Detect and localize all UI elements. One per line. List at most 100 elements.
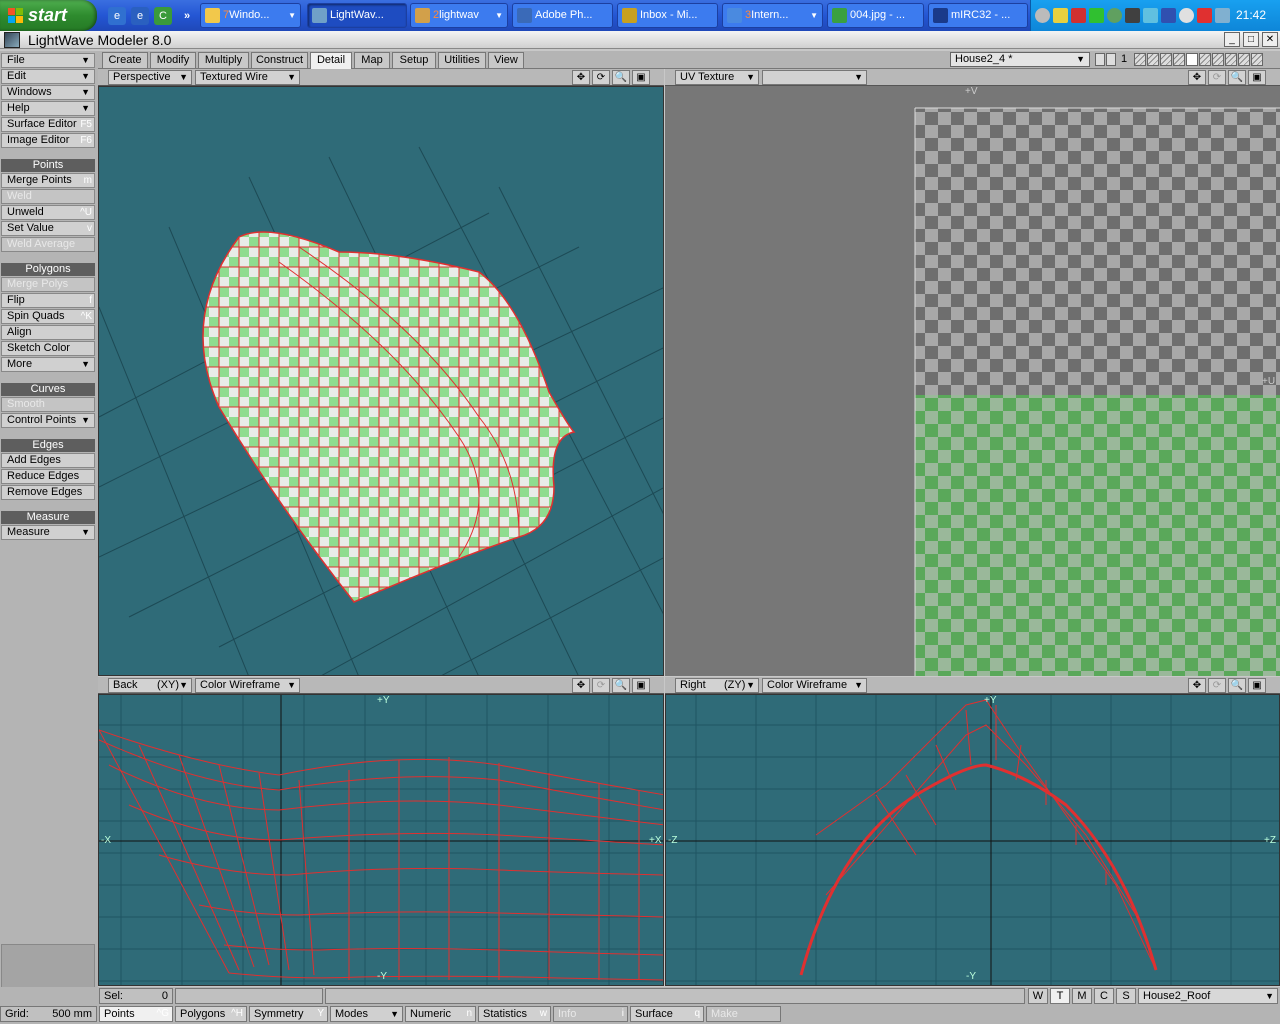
layer-button[interactable] [1212, 53, 1224, 66]
sidebar-button-flip[interactable]: Flip f [1, 293, 95, 308]
tray-app5-icon[interactable] [1125, 8, 1140, 23]
taskbar-button[interactable]: Inbox - Mi... [617, 3, 718, 28]
zoom-view-icon[interactable]: 🔍 [1228, 70, 1246, 85]
sidebar-button-measure[interactable]: Measure ▼ [1, 525, 95, 540]
zoom-view-icon[interactable]: 🔍 [612, 678, 630, 693]
tray-app2-icon[interactable] [1071, 8, 1086, 23]
quicklaunch-app-icon[interactable]: C [154, 7, 172, 25]
view-type-select[interactable]: Perspective ▼ [108, 70, 192, 85]
statistics-button[interactable]: Statistics w [478, 1006, 551, 1022]
tray-app1-icon[interactable] [1053, 8, 1068, 23]
start-button[interactable]: start [0, 0, 97, 31]
minimize-button[interactable]: _ [1224, 32, 1240, 47]
modes-button[interactable]: Modes ▼ [330, 1006, 403, 1022]
back-viewport[interactable]: +Y -X +X -Y [98, 694, 664, 986]
tab-setup[interactable]: Setup [392, 52, 436, 68]
tray-back-icon[interactable] [1035, 8, 1050, 23]
taskbar-button[interactable]: 004.jpg - ... [827, 3, 924, 28]
surface-color-t-button[interactable]: T [1050, 988, 1070, 1004]
sidebar-button-unweld[interactable]: Unweld ^U [1, 205, 95, 220]
sidebar-button-more[interactable]: More ▼ [1, 357, 95, 372]
maximize-view-icon[interactable]: ▣ [1248, 678, 1266, 693]
layer-button[interactable] [1147, 53, 1159, 66]
quicklaunch-more-icon[interactable]: » [178, 7, 196, 25]
tray-app9-icon[interactable] [1197, 8, 1212, 23]
tray-app8-icon[interactable] [1179, 8, 1194, 23]
layer-button[interactable] [1225, 53, 1237, 66]
back-render-mode-select[interactable]: Color Wireframe ▼ [195, 678, 300, 693]
tab-map[interactable]: Map [354, 52, 390, 68]
tray-app7-icon[interactable] [1161, 8, 1176, 23]
tray-app3-icon[interactable] [1089, 8, 1104, 23]
tab-multiply[interactable]: Multiply [198, 52, 249, 68]
sidebar-button-windows[interactable]: Windows ▼ [1, 85, 95, 100]
sidebar-button-image-editor[interactable]: Image Editor F6 [1, 133, 95, 148]
surface-button[interactable]: Surface q [630, 1006, 704, 1022]
surface-color-m-button[interactable]: M [1072, 988, 1092, 1004]
tab-modify[interactable]: Modify [150, 52, 196, 68]
sidebar-button-edit[interactable]: Edit ▼ [1, 69, 95, 84]
sidebar-button-sketch-color[interactable]: Sketch Color [1, 341, 95, 356]
maximize-view-icon[interactable]: ▣ [632, 70, 650, 85]
object-selector[interactable]: House2_4 * ▼ [950, 52, 1090, 67]
surface-color-s-button[interactable]: S [1116, 988, 1136, 1004]
move-view-icon[interactable]: ✥ [572, 678, 590, 693]
perspective-viewport[interactable] [98, 86, 664, 676]
sidebar-button-merge-points[interactable]: Merge Points m [1, 173, 95, 188]
sidebar-button-control-points[interactable]: Control Points ▼ [1, 413, 95, 428]
tab-view[interactable]: View [488, 52, 524, 68]
points-button[interactable]: Points ^G [99, 1006, 173, 1022]
layer-button[interactable] [1238, 53, 1250, 66]
sidebar-button-spin-quads[interactable]: Spin Quads ^K [1, 309, 95, 324]
render-mode-select[interactable]: Textured Wire ▼ [195, 70, 300, 85]
tab-utilities[interactable]: Utilities [438, 52, 486, 68]
zoom-view-icon[interactable]: 🔍 [1228, 678, 1246, 693]
symmetry-button[interactable]: Symmetry Y [249, 1006, 328, 1022]
sidebar-button-help[interactable]: Help ▼ [1, 101, 95, 116]
uv-texture-viewport[interactable]: +V +U [665, 86, 1280, 676]
taskbar-button[interactable]: 7Windo... ▼ [200, 3, 301, 28]
maximize-view-icon[interactable]: ▣ [632, 678, 650, 693]
tray-app10-icon[interactable] [1215, 8, 1230, 23]
tray-app4-icon[interactable] [1107, 8, 1122, 23]
sidebar-button-file[interactable]: File ▼ [1, 53, 95, 68]
right-viewport[interactable]: +Y -Z +Z -Y [665, 694, 1280, 986]
layer-prev-button[interactable] [1095, 53, 1105, 66]
close-button[interactable]: ✕ [1262, 32, 1278, 47]
taskbar-button[interactable]: 2lightwav ▼ [410, 3, 508, 28]
rotate-view-icon[interactable]: ⟳ [592, 70, 610, 85]
taskbar-button[interactable]: LightWav... [307, 3, 407, 28]
maximize-view-icon[interactable]: ▣ [1248, 70, 1266, 85]
quicklaunch-browser-icon[interactable]: e [131, 7, 149, 25]
zoom-view-icon[interactable]: 🔍 [612, 70, 630, 85]
numeric-button[interactable]: Numeric n [405, 1006, 476, 1022]
back-view-select[interactable]: Back (XY) ▼ [108, 678, 192, 693]
surface-color-c-button[interactable]: C [1094, 988, 1114, 1004]
taskbar-button[interactable]: 3Intern... ▼ [722, 3, 823, 28]
sidebar-button-add-edges[interactable]: Add Edges [1, 453, 95, 468]
sidebar-button-align[interactable]: Align [1, 325, 95, 340]
tab-create[interactable]: Create [102, 52, 148, 68]
layer-button[interactable] [1199, 53, 1211, 66]
uv-map-select[interactable]: ▼ [762, 70, 867, 85]
tray-app6-icon[interactable] [1143, 8, 1158, 23]
sidebar-button-reduce-edges[interactable]: Reduce Edges [1, 469, 95, 484]
layer-next-button[interactable] [1106, 53, 1116, 66]
quicklaunch-ie-icon[interactable]: e [108, 7, 126, 25]
tab-construct[interactable]: Construct [251, 52, 308, 68]
move-view-icon[interactable]: ✥ [1188, 70, 1206, 85]
move-view-icon[interactable]: ✥ [572, 70, 590, 85]
uv-view-select[interactable]: UV Texture ▼ [675, 70, 759, 85]
taskbar-button[interactable]: Adobe Ph... [512, 3, 613, 28]
layer-button[interactable] [1186, 53, 1198, 66]
surface-selector[interactable]: House2_Roof ▼ [1138, 988, 1278, 1004]
right-render-mode-select[interactable]: Color Wireframe ▼ [762, 678, 867, 693]
layer-button[interactable] [1134, 53, 1146, 66]
move-view-icon[interactable]: ✥ [1188, 678, 1206, 693]
polygons-button[interactable]: Polygons ^H [175, 1006, 247, 1022]
maximize-button[interactable]: □ [1243, 32, 1259, 47]
layer-button[interactable] [1160, 53, 1172, 66]
surface-color-w-button[interactable]: W [1028, 988, 1048, 1004]
sidebar-button-surface-editor[interactable]: Surface Editor F5 [1, 117, 95, 132]
sidebar-button-remove-edges[interactable]: Remove Edges [1, 485, 95, 500]
